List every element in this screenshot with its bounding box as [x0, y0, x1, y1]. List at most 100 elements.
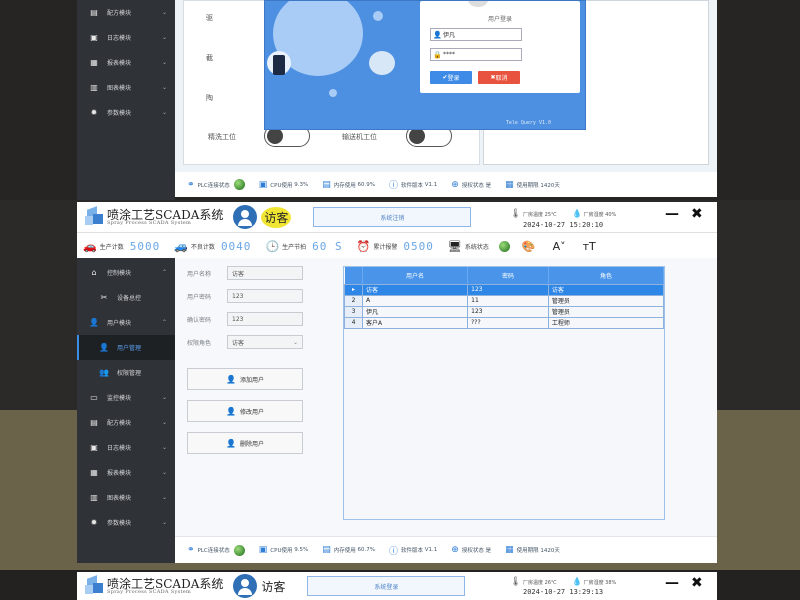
plc-led-icon [233, 544, 245, 556]
settings-gear-icon: ✹ [90, 108, 98, 117]
minimize-button[interactable]: — [665, 206, 679, 222]
row-number: 2 [344, 294, 363, 307]
toggle-label-conveyor: 输送机工位 [342, 133, 377, 141]
recipe-icon: ▤ [90, 418, 98, 427]
login-avatar-icon [468, 1, 488, 7]
avatar-icon[interactable] [233, 205, 258, 229]
chevron-down-icon: ⌄ [161, 84, 167, 91]
sidebar-item-log[interactable]: ▣ 日志模块 ⌄ [77, 435, 175, 460]
sidebar-item-user-module[interactable]: 👤 用户模块 ⌃ [77, 310, 175, 335]
alarm-icon: ⏰ [356, 239, 371, 253]
sidebar-item-control[interactable]: ⌂ 控制模块 ⌃ [77, 260, 175, 285]
calendar-icon: ▦ [505, 545, 514, 555]
status-bar-2: ⚭ PLC连接状态 ▣ CPU使用 9.5% ▤ 内存使用 60.7% ⓘ 软件版本 V… [175, 536, 717, 563]
user-delete-icon: 👤 [226, 438, 236, 448]
log-icon: ▣ [90, 443, 98, 452]
row-label: 陶 [206, 94, 213, 102]
app-title: 喷涂工艺SCADA系统 [107, 576, 224, 591]
sidebar-item-recipe[interactable]: ▤ 配方模块 ⌄ [77, 0, 175, 25]
humidity: 💧 厂房湿度 38% [572, 577, 617, 586]
column-header-role[interactable]: 角色 [548, 267, 665, 284]
table-row[interactable]: 2 A 11 管理员 [344, 294, 665, 307]
app-subtitle: Spray Process SCADA System [107, 588, 192, 595]
logout-button[interactable]: 系统注销 [313, 207, 472, 227]
datetime: 2024-10-27 15:20:10 [523, 221, 604, 229]
app-header: 喷涂工艺SCADA系统 Spray Process SCADA System 访… [77, 202, 717, 232]
datetime: 2024-10-27 13:29:13 [523, 588, 604, 596]
row-number: ▸ [344, 283, 363, 296]
login-card-title: 用户登录 [487, 16, 512, 23]
login-footer: Tele Query V1.0 [505, 120, 551, 126]
app-logo-icon [85, 575, 103, 595]
current-user: 访客 [261, 579, 286, 594]
decor-bubble [369, 51, 395, 75]
sidebar-item-chart[interactable]: ▥ 图表模块 ⌄ [77, 75, 175, 100]
password-input[interactable]: 🔒 **** [430, 48, 522, 61]
user-add-icon: 👤 [226, 374, 236, 384]
sidebar-item-log[interactable]: ▣ 日志模块 ⌄ [77, 25, 175, 50]
login-button[interactable]: ✔ 登录 [430, 71, 472, 84]
auth-status: ⊕ 授权状态 是 [451, 179, 492, 190]
sidebar-item-device-control[interactable]: ✂ 设备总控 [77, 285, 175, 310]
avatar-icon[interactable] [233, 574, 258, 598]
username-input[interactable]: 👤 伊凡 [430, 28, 522, 41]
monitor-icon: ▭ [90, 393, 98, 402]
close-button[interactable]: ✖ [691, 575, 703, 591]
column-header-password[interactable]: 密码 [467, 267, 549, 284]
chart-icon: ▥ [90, 493, 98, 502]
info-icon: ⓘ [388, 546, 398, 557]
theme-button[interactable]: 🎨 [522, 240, 539, 253]
form-row-username: 用户名称 访客 [187, 266, 303, 280]
add-user-button[interactable]: 👤 添加用户 [187, 368, 303, 390]
clock-icon: 🕒 [265, 239, 280, 253]
toggle-label-wash: 精洗工位 [208, 133, 236, 141]
memory-icon: ▤ [322, 179, 331, 190]
table-row[interactable]: 4 客户A ??? 工程师 [344, 316, 665, 329]
cancel-button[interactable]: ✖ 取消 [478, 71, 520, 84]
chevron-up-icon: ⌃ [161, 269, 167, 276]
login-button[interactable]: 系统登录 [307, 576, 466, 596]
edit-user-button[interactable]: 👤 修改用户 [187, 400, 303, 422]
font-size-button[interactable]: A˅ [553, 240, 569, 253]
table-row[interactable]: ▸ 访客 123 访客 [344, 283, 665, 296]
calendar-icon: ▦ [505, 179, 514, 190]
settings-gear-icon: ✹ [90, 518, 98, 527]
role-select[interactable]: 访客 ⌄ [227, 335, 303, 349]
sidebar-item-report[interactable]: ▦ 报表模块 ⌄ [77, 460, 175, 485]
sidebar-main: ⌂ 控制模块 ⌃ ✂ 设备总控 👤 用户模块 ⌃ 👤 用户管理 👥 权限管理 ▭ 监控模块 ⌄ ▤… [77, 258, 175, 563]
row-label: 驱 [206, 14, 213, 22]
metric-alarm: ⏰ 累计报警 0500 [356, 239, 434, 253]
minimize-button[interactable]: — [665, 575, 679, 591]
confirm-password-field[interactable]: 123 [227, 312, 303, 326]
temperature: 🌡 厂房温度 26℃ [510, 577, 557, 587]
status-bar-1: ⚭ PLC连接状态 ▣ CPU使用 9.3% ▤ 内存使用 60.9% ⓘ 软件版本 V… [175, 172, 717, 197]
chevron-down-icon: ⌄ [161, 34, 167, 41]
sidebar-item-chart[interactable]: ▥ 图表模块 ⌄ [77, 485, 175, 510]
chevron-down-icon: ⌄ [292, 338, 298, 346]
expire-status: ▦ 使用期限 1420天 [505, 545, 560, 555]
sidebar-item-settings[interactable]: ✹ 参数模块 ⌄ [77, 510, 175, 535]
user-table: 用户名 密码 角色 ▸ 访客 123 访客 2 A 11 管理员 3 伊凡 12… [343, 266, 665, 520]
memory-status: ▤ 内存使用 60.9% [322, 179, 375, 190]
sidebar-item-user-management[interactable]: 👤 用户管理 [77, 335, 175, 360]
sidebar-item-recipe[interactable]: ▤ 配方模块 ⌄ [77, 410, 175, 435]
column-header-username[interactable]: 用户名 [362, 267, 469, 284]
chevron-down-icon: ⌄ [161, 494, 167, 501]
row-pointer-icon: ▸ [351, 286, 355, 293]
row-number: 3 [344, 305, 363, 318]
cpu-icon: ▣ [258, 179, 268, 190]
sidebar-item-report[interactable]: ▦ 报表模块 ⌄ [77, 50, 175, 75]
username-field[interactable]: 访客 [227, 266, 303, 280]
log-icon: ▣ [90, 33, 98, 42]
table-row[interactable]: 3 伊凡 123 管理员 [344, 305, 665, 318]
cpu-icon: ▣ [258, 545, 268, 555]
chevron-down-icon: ⌄ [161, 394, 167, 401]
close-button[interactable]: ✖ [691, 206, 703, 222]
phone-icon [273, 55, 285, 75]
sidebar-item-permission[interactable]: 👥 权限管理 [77, 360, 175, 385]
sidebar-item-monitor[interactable]: ▭ 监控模块 ⌄ [77, 385, 175, 410]
delete-user-button[interactable]: 👤 删除用户 [187, 432, 303, 454]
row-number: 4 [344, 316, 363, 329]
password-field[interactable]: 123 [227, 289, 303, 303]
text-format-button[interactable]: тT [583, 240, 599, 253]
